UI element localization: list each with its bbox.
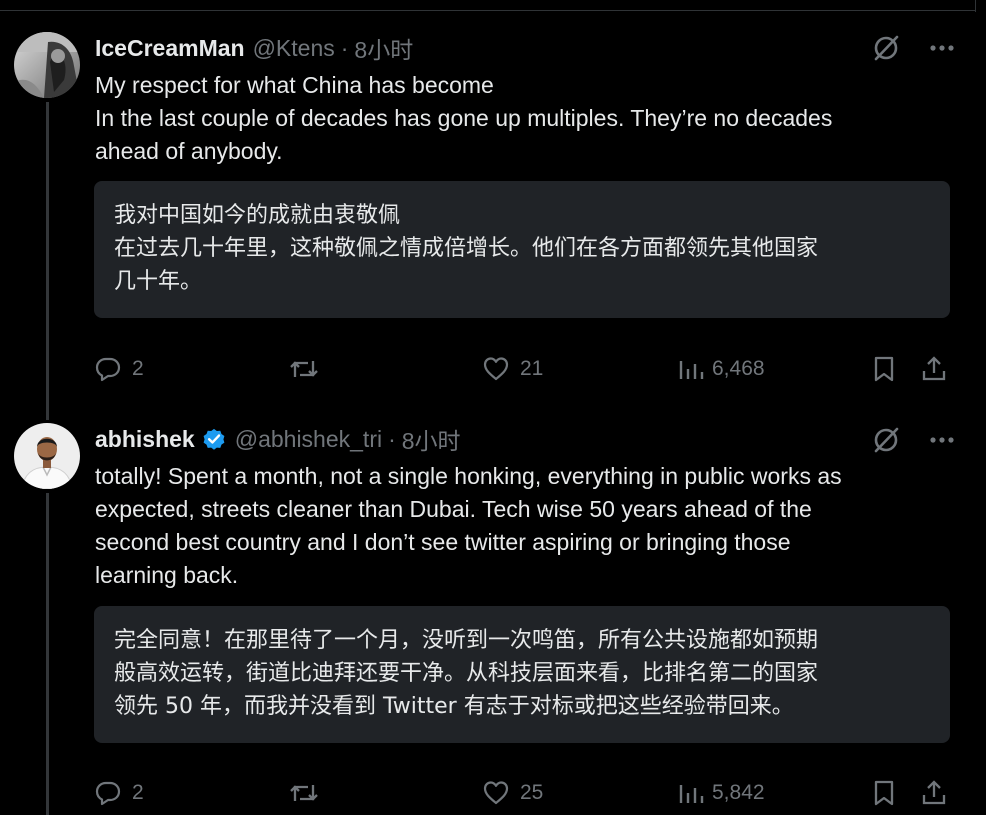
thread-connector-line bbox=[46, 102, 49, 420]
like-count: 21 bbox=[520, 357, 544, 380]
tweet-actions: 2 21 6,468 bbox=[94, 352, 950, 386]
grok-slash-circle-icon[interactable] bbox=[870, 32, 902, 64]
bookmark-button[interactable] bbox=[872, 352, 906, 386]
share-button[interactable] bbox=[920, 352, 958, 386]
author-name[interactable]: abhishek bbox=[95, 426, 195, 453]
avatar[interactable] bbox=[14, 423, 80, 489]
translation-box: 完全同意！在那里待了一个月，没听到一次鸣笛，所有公共设施都如预期 般高效运转，街… bbox=[94, 606, 950, 743]
translation-line: 完全同意！在那里待了一个月，没听到一次鸣笛，所有公共设施都如预期 bbox=[114, 628, 819, 653]
views-bars-icon bbox=[679, 361, 704, 379]
repost-button[interactable] bbox=[288, 352, 330, 386]
tweet-text-line: learning back. bbox=[95, 562, 239, 588]
tweet-text: My respect for what China has become In … bbox=[95, 69, 945, 168]
translation-box: 我对中国如今的成就由衷敬佩 在过去几十年里，这种敬佩之情成倍增长。他们在各方面都… bbox=[94, 181, 950, 318]
tweet-text-line: expected, streets cleaner than Dubai. Te… bbox=[95, 496, 812, 522]
reply-bubble-icon bbox=[95, 781, 121, 806]
translation-line: 在过去几十年里，这种敬佩之情成倍增长。他们在各方面都领先其他国家 bbox=[114, 236, 819, 261]
separator-dot: · bbox=[388, 425, 396, 452]
views-button[interactable]: 6,468 bbox=[678, 352, 765, 386]
reply-count: 2 bbox=[132, 781, 144, 804]
more-dots-icon[interactable] bbox=[926, 424, 958, 456]
views-button[interactable]: 5,842 bbox=[678, 776, 765, 810]
reply-bubble-icon bbox=[95, 357, 121, 382]
tweet-text-line: In the last couple of decades has gone u… bbox=[95, 105, 833, 131]
reply-button[interactable]: 2 bbox=[94, 776, 144, 810]
translation-line: 领先 50 年，而我并没看到 Twitter 有志于对标或把这些经验带回来。 bbox=[114, 694, 794, 719]
views-bars-icon bbox=[679, 785, 704, 803]
avatar[interactable] bbox=[14, 32, 80, 98]
repost-button[interactable] bbox=[288, 776, 330, 810]
thread-connector-line bbox=[46, 493, 49, 815]
tweet-time[interactable]: 8小时 bbox=[402, 422, 461, 456]
separator-dot: · bbox=[340, 34, 349, 61]
more-dots-icon[interactable] bbox=[926, 32, 958, 64]
tweet-actions: 2 25 5,842 bbox=[94, 776, 950, 810]
tweet-text-line: second best country and I don’t see twit… bbox=[95, 529, 791, 555]
bookmark-icon bbox=[874, 356, 894, 382]
tweet-text: totally! Spent a month, not a single hon… bbox=[95, 460, 945, 592]
tweet-text-line: ahead of anybody. bbox=[95, 138, 283, 164]
tweet-time[interactable]: 8小时 bbox=[354, 31, 413, 65]
author-handle[interactable]: @abhishek_tri bbox=[235, 426, 382, 453]
like-count: 25 bbox=[520, 781, 544, 804]
tweet-text-line: My respect for what China has become bbox=[95, 72, 494, 98]
grok-slash-circle-icon[interactable] bbox=[870, 424, 902, 456]
reply-button[interactable]: 2 bbox=[94, 352, 144, 386]
top-divider bbox=[0, 10, 976, 11]
author-name[interactable]: IceCreamMan bbox=[95, 35, 245, 62]
repost-arrows-icon bbox=[290, 785, 318, 801]
tweet-header: abhishek @abhishek_tri · 8小时 bbox=[95, 422, 461, 456]
verified-badge-icon[interactable] bbox=[201, 426, 227, 452]
share-upload-icon bbox=[922, 780, 946, 805]
view-count: 5,842 bbox=[712, 781, 765, 804]
tweet-header: IceCreamMan @Ktens · 8小时 bbox=[95, 31, 413, 65]
share-button[interactable] bbox=[920, 776, 958, 810]
tweet-text-line: totally! Spent a month, not a single hon… bbox=[95, 463, 842, 489]
right-border bbox=[975, 0, 976, 12]
bookmark-button[interactable] bbox=[872, 776, 906, 810]
repost-arrows-icon bbox=[290, 361, 318, 377]
bookmark-icon bbox=[874, 780, 894, 806]
author-handle[interactable]: @Ktens bbox=[253, 35, 335, 62]
heart-icon bbox=[483, 781, 509, 805]
translation-line: 般高效运转，街道比迪拜还要干净。从科技层面来看，比排名第二的国家 bbox=[114, 661, 819, 686]
translation-line: 我对中国如今的成就由衷敬佩 bbox=[114, 203, 401, 228]
heart-icon bbox=[483, 357, 509, 381]
translation-line: 几十年。 bbox=[114, 269, 203, 294]
share-upload-icon bbox=[922, 356, 946, 381]
like-button[interactable]: 25 bbox=[482, 776, 543, 810]
reply-count: 2 bbox=[132, 357, 144, 380]
like-button[interactable]: 21 bbox=[482, 352, 543, 386]
view-count: 6,468 bbox=[712, 357, 765, 380]
